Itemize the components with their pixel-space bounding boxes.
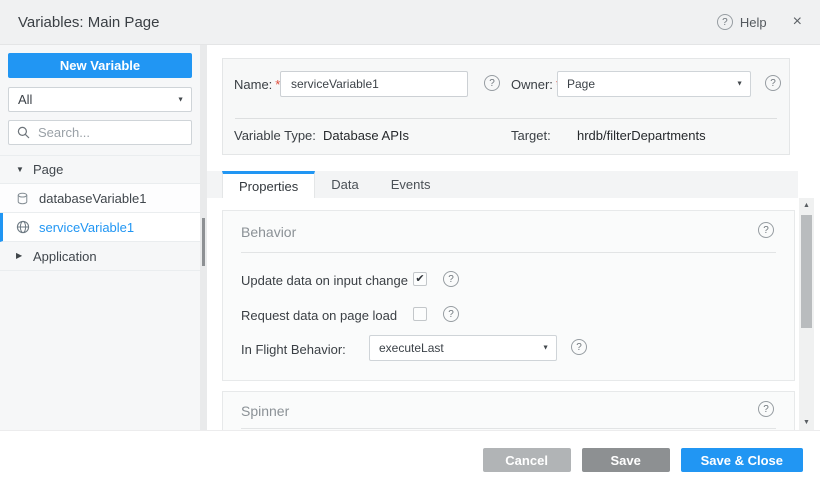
chevron-down-icon [736, 81, 743, 88]
spinner-section-title: Spinner [241, 403, 289, 419]
tab-properties[interactable]: Properties [222, 171, 315, 198]
target-value: hrdb/filterDepartments [577, 128, 706, 143]
name-input[interactable] [280, 71, 468, 97]
save-button[interactable]: Save [582, 448, 670, 472]
detail-tabs: Properties Data Events [207, 171, 798, 198]
caret-down-icon[interactable] [16, 166, 33, 174]
behavior-help-icon[interactable] [758, 222, 774, 238]
request-data-help-icon[interactable] [443, 306, 459, 322]
tree-group-page[interactable]: Page [0, 155, 200, 184]
tab-events[interactable]: Events [375, 171, 447, 198]
caret-right-icon[interactable] [16, 252, 33, 260]
request-data-checkbox[interactable] [413, 307, 427, 321]
sidebar-controls: New Variable All [0, 45, 200, 145]
globe-icon [16, 220, 32, 234]
tree-item-label: databaseVariable1 [39, 191, 146, 206]
name-label: Name:* [234, 77, 280, 92]
behavior-section-title: Behavior [241, 224, 296, 240]
new-variable-button[interactable]: New Variable [8, 53, 192, 78]
cancel-button[interactable]: Cancel [483, 448, 571, 472]
update-data-help-icon[interactable] [443, 271, 459, 287]
tree-item-database-variable[interactable]: databaseVariable1 [0, 184, 200, 213]
request-data-label: Request data on page load [241, 308, 397, 323]
properties-scrollbar[interactable] [799, 198, 814, 430]
variable-search [8, 120, 192, 145]
variable-type-value: Database APIs [323, 128, 409, 143]
sidebar-scrollbar[interactable] [200, 45, 207, 430]
spinner-section: Spinner [222, 391, 795, 430]
chevron-down-icon [542, 345, 549, 352]
behavior-divider [241, 252, 776, 253]
in-flight-help-icon[interactable] [571, 339, 587, 355]
header-actions: Help [717, 14, 802, 30]
variable-filter-value: All [18, 92, 32, 107]
sidebar-scrollbar-thumb[interactable] [202, 218, 205, 266]
variable-summary-panel: Name:* Owner:* Page Variable Type: Datab… [222, 58, 790, 155]
tree-group-application[interactable]: Application [0, 242, 200, 271]
update-data-label: Update data on input change [241, 273, 408, 288]
name-help-icon[interactable] [484, 75, 500, 91]
tree-item-service-variable[interactable]: serviceVariable1 [0, 213, 200, 242]
owner-label: Owner:* [511, 77, 561, 92]
dialog-title: Variables: Main Page [18, 14, 159, 31]
variables-tree: Page databaseVariable1 [0, 155, 200, 271]
variable-detail-panel: Name:* Owner:* Page Variable Type: Datab… [207, 45, 820, 430]
spinner-divider [241, 428, 776, 429]
variables-dialog: Variables: Main Page Help New Variable A… [0, 0, 820, 487]
update-data-checkbox[interactable]: ✔ [413, 272, 427, 286]
dialog-footer: Cancel Save Save & Close [0, 430, 820, 487]
help-link[interactable]: Help [740, 15, 767, 30]
scroll-down-icon[interactable] [799, 419, 814, 426]
tree-item-label: serviceVariable1 [39, 220, 134, 235]
in-flight-behavior-select[interactable]: executeLast [369, 335, 557, 361]
behavior-section: Behavior Update data on input change ✔ R… [222, 210, 795, 381]
variable-type-label: Variable Type: [234, 128, 316, 143]
database-icon [16, 192, 32, 205]
in-flight-behavior-value: executeLast [379, 341, 444, 355]
owner-help-icon[interactable] [765, 75, 781, 91]
dialog-header: Variables: Main Page Help [0, 0, 820, 45]
tab-data[interactable]: Data [315, 171, 374, 198]
save-and-close-button[interactable]: Save & Close [681, 448, 803, 472]
owner-select[interactable]: Page [557, 71, 751, 97]
spinner-help-icon[interactable] [758, 401, 774, 417]
tree-group-label: Application [33, 249, 97, 264]
variables-sidebar: New Variable All Page [0, 45, 200, 430]
form-divider [235, 118, 777, 119]
in-flight-behavior-label: In Flight Behavior: [241, 342, 346, 357]
tree-group-label: Page [33, 162, 63, 177]
scroll-up-icon[interactable] [799, 202, 814, 209]
variable-filter-select[interactable]: All [8, 87, 192, 112]
properties-scrollbar-thumb[interactable] [801, 215, 812, 328]
help-icon[interactable] [717, 14, 733, 30]
target-label: Target: [511, 128, 551, 143]
close-icon[interactable] [793, 14, 802, 30]
search-icon [17, 126, 30, 139]
check-icon: ✔ [415, 274, 424, 285]
chevron-down-icon [177, 96, 184, 103]
owner-select-value: Page [567, 77, 595, 91]
search-input[interactable] [36, 124, 183, 141]
